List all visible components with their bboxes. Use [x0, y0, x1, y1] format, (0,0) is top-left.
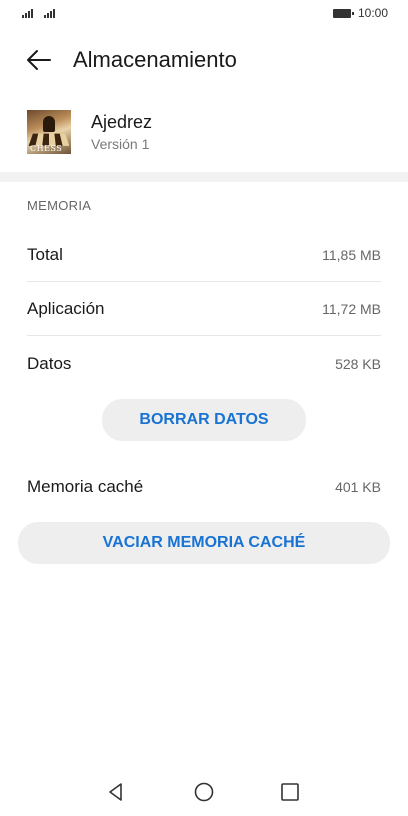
row-value: 528 KB	[335, 356, 381, 372]
status-time: 10:00	[358, 6, 389, 20]
section-label-memory: MEMORIA	[27, 198, 92, 213]
signal-icon	[44, 8, 55, 18]
section-divider	[0, 172, 408, 182]
status-bar: 10:00	[0, 0, 408, 28]
app-header: CHESS Ajedrez Versión 1	[0, 102, 408, 162]
storage-row-app: Aplicación 11,72 MB	[27, 282, 381, 336]
app-version: Versión 1	[91, 136, 150, 152]
storage-row-total: Total 11,85 MB	[27, 228, 381, 282]
row-label: Memoria caché	[27, 477, 144, 496]
nav-home-icon[interactable]	[192, 780, 216, 804]
row-label: Datos	[27, 354, 72, 373]
storage-screen: 10:00 Almacenamiento CHESS Ajedrez Versi…	[0, 0, 408, 816]
signal-icon	[22, 8, 33, 18]
battery-icon	[333, 9, 354, 18]
row-value: 11,85 MB	[322, 247, 381, 263]
nav-back-icon[interactable]	[104, 780, 128, 804]
storage-row-data: Datos 528 KB	[27, 337, 381, 391]
row-value: 11,72 MB	[322, 301, 381, 317]
app-bar: Almacenamiento	[0, 36, 408, 84]
navigation-bar	[0, 770, 408, 814]
chess-app-icon: CHESS	[27, 110, 71, 154]
clear-data-button[interactable]: BORRAR DATOS	[102, 399, 306, 441]
app-icon-text: CHESS	[30, 144, 63, 153]
storage-row-cache: Memoria caché 401 KB	[27, 460, 381, 514]
row-label: Aplicación	[27, 299, 105, 318]
nav-recent-icon[interactable]	[278, 780, 302, 804]
page-title: Almacenamiento	[73, 47, 237, 72]
back-arrow-icon[interactable]	[24, 46, 54, 74]
app-name: Ajedrez	[91, 112, 153, 132]
clear-cache-button[interactable]: VACIAR MEMORIA CACHÉ	[18, 522, 390, 564]
row-label: Total	[27, 245, 63, 264]
row-value: 401 KB	[335, 479, 381, 495]
